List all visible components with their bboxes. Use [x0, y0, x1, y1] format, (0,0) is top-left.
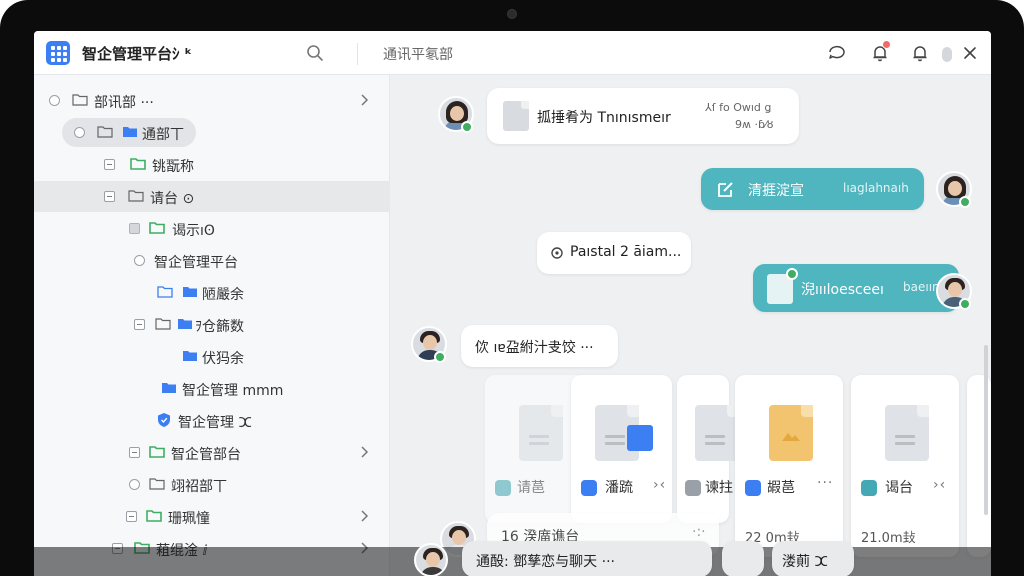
tree-collapse-toggle[interactable]: [129, 447, 140, 458]
tree-item-selected[interactable]: 请台 ⊙: [34, 181, 390, 212]
tree-item[interactable]: 翊祒部丅: [34, 469, 390, 500]
file-type-icon: [745, 480, 761, 496]
user-silhouette-icon[interactable]: [937, 43, 957, 63]
file-card[interactable]: 潘䟽 ›‹: [571, 375, 672, 523]
online-status-icon: [959, 298, 971, 310]
tree-item[interactable]: 智企管部台: [34, 437, 390, 468]
tree-toggle[interactable]: [129, 479, 140, 490]
folder-blue-icon: [183, 287, 197, 297]
avatar[interactable]: [414, 543, 448, 576]
topbar-divider: [357, 43, 358, 65]
message-bubble[interactable]: Paıstal 2 āiam...: [537, 232, 691, 274]
blue-file-icon: [627, 425, 653, 451]
folder-blue-icon: [123, 127, 137, 137]
edit-icon: [718, 182, 733, 197]
online-status-icon: [786, 268, 798, 280]
app-title: 智企管理平台ｼ ᵏ: [82, 45, 193, 63]
chevron-right-icon[interactable]: [358, 445, 370, 459]
file-type-icon: [495, 480, 511, 496]
more-icon[interactable]: ···: [817, 475, 833, 491]
folder-icon: [72, 94, 88, 106]
folder-blue-icon: [162, 383, 176, 393]
bottom-message-strip: 通酘: 鄧孳恋与聊天 ··· 溇萴 ⵋ: [34, 541, 991, 576]
top-bar: 智企管理平台ｼ ᵏ 通讯平氡部: [34, 31, 991, 75]
tree-item[interactable]: 智企管理 mmm: [34, 373, 390, 404]
tree-item[interactable]: 珊珮憧: [34, 501, 390, 532]
chat-icon: [551, 247, 563, 259]
chat-scrollbar[interactable]: [984, 345, 988, 515]
folder-blue-icon: [178, 319, 192, 329]
more-icon[interactable]: ·:·: [692, 524, 706, 540]
online-status-icon: [461, 121, 473, 133]
file-type-icon: [581, 480, 597, 496]
message-bubble[interactable]: 通酘: 鄧孳恋与聊天 ···: [462, 541, 712, 576]
message-bubble-outgoing[interactable]: 淣ıııloesceeı baeıınnın: [753, 264, 959, 312]
tree-item[interactable]: 谒示ıʘ: [34, 213, 390, 244]
tree-toggle[interactable]: [49, 95, 60, 106]
tree-item[interactable]: ｦ仓籂数: [34, 309, 390, 340]
tree-item[interactable]: 智企管理平台: [34, 245, 390, 276]
tree-item[interactable]: 通部丅: [34, 117, 390, 148]
tree-collapse-toggle[interactable]: [104, 191, 115, 202]
folder-icon: [149, 478, 165, 490]
app-grid-icon[interactable]: [46, 41, 70, 65]
message-bubble[interactable]: 㧓捶肴为 Tnınısmeır ⅄ſ fo Owıd​ ǥ 9ʍ ·ɓ⁄ȣ: [487, 88, 799, 144]
file-card[interactable]: 谏拄: [677, 375, 739, 523]
more-icon[interactable]: ›‹: [653, 477, 666, 493]
tree-collapse-toggle[interactable]: [134, 319, 145, 330]
folder-icon: [97, 126, 113, 138]
document-icon: [885, 405, 929, 461]
camera-icon: [507, 9, 517, 19]
chat-panel: 㧓捶肴为 Tnınısmeır ⅄ſ fo Owıd​ ǥ 9ʍ ·ɓ⁄ȣ 清捱…: [391, 75, 991, 576]
message-bubble[interactable]: 佽 ıɐ盁紨汁叏饺 ···: [461, 325, 618, 367]
online-status-icon: [959, 196, 971, 208]
document-icon: [519, 405, 563, 461]
tree-toggle[interactable]: [129, 223, 140, 234]
shield-icon: [158, 413, 170, 427]
folder-icon: [155, 318, 171, 330]
tree-item[interactable]: 伏犸余: [34, 341, 390, 372]
tree-toggle[interactable]: [74, 127, 85, 138]
online-status-icon: [434, 351, 446, 363]
folder-green-icon: [149, 222, 165, 234]
message-bubble-outgoing[interactable]: 清捱淀宣 lıaglahnaıh: [701, 168, 924, 210]
department-title: 通讯平氡部: [383, 47, 453, 63]
bell-icon[interactable]: [910, 43, 930, 63]
tree-item[interactable]: 铫翫称: [34, 149, 390, 180]
folder-blue-outline-icon: [157, 286, 173, 298]
folder-green-icon: [149, 446, 165, 458]
message-bubble[interactable]: 溇萴 ⵋ: [772, 541, 854, 576]
document-orange-icon: [769, 405, 813, 461]
chat-icon[interactable]: [827, 43, 847, 63]
more-icon[interactable]: ›‹: [933, 477, 946, 493]
app-window: 智企管理平台ｼ ᵏ 通讯平氡部 部讯部 ··· 通部丅 铫翫称 请台 ⊙ 谒示ı…: [34, 31, 991, 576]
folder-icon: [128, 190, 144, 202]
folder-blue-icon: [183, 351, 197, 361]
file-icon: [503, 101, 529, 131]
file-type-icon: [685, 480, 701, 496]
org-tree-sidebar: 部讯部 ··· 通部丅 铫翫称 请台 ⊙ 谒示ıʘ 智企管理平台 陋嚴余 ｦ仓籂…: [34, 75, 390, 576]
document-icon: [695, 405, 739, 461]
close-icon[interactable]: [960, 43, 980, 63]
folder-green-icon: [146, 510, 162, 522]
chevron-right-icon[interactable]: [358, 93, 370, 107]
tree-item[interactable]: 智企管理 ⵋ: [34, 405, 390, 436]
tree-collapse-toggle[interactable]: [104, 159, 115, 170]
file-type-icon: [861, 480, 877, 496]
message-bubble[interactable]: [722, 541, 764, 576]
chevron-right-icon[interactable]: [358, 509, 370, 523]
notification-badge: [882, 40, 891, 49]
tree-item[interactable]: 部讯部 ···: [34, 85, 390, 116]
tree-toggle[interactable]: [134, 255, 145, 266]
tree-collapse-toggle[interactable]: [126, 511, 137, 522]
image-icon: [782, 433, 800, 441]
file-card[interactable]: 嘏䓃 ··· 22 0m㪈: [735, 375, 843, 557]
search-icon[interactable]: [306, 44, 324, 62]
folder-green-icon: [130, 158, 146, 170]
file-card[interactable]: 谒台 ›‹ 21.0m㪈: [851, 375, 959, 557]
tree-item[interactable]: 陋嚴余: [34, 277, 390, 308]
